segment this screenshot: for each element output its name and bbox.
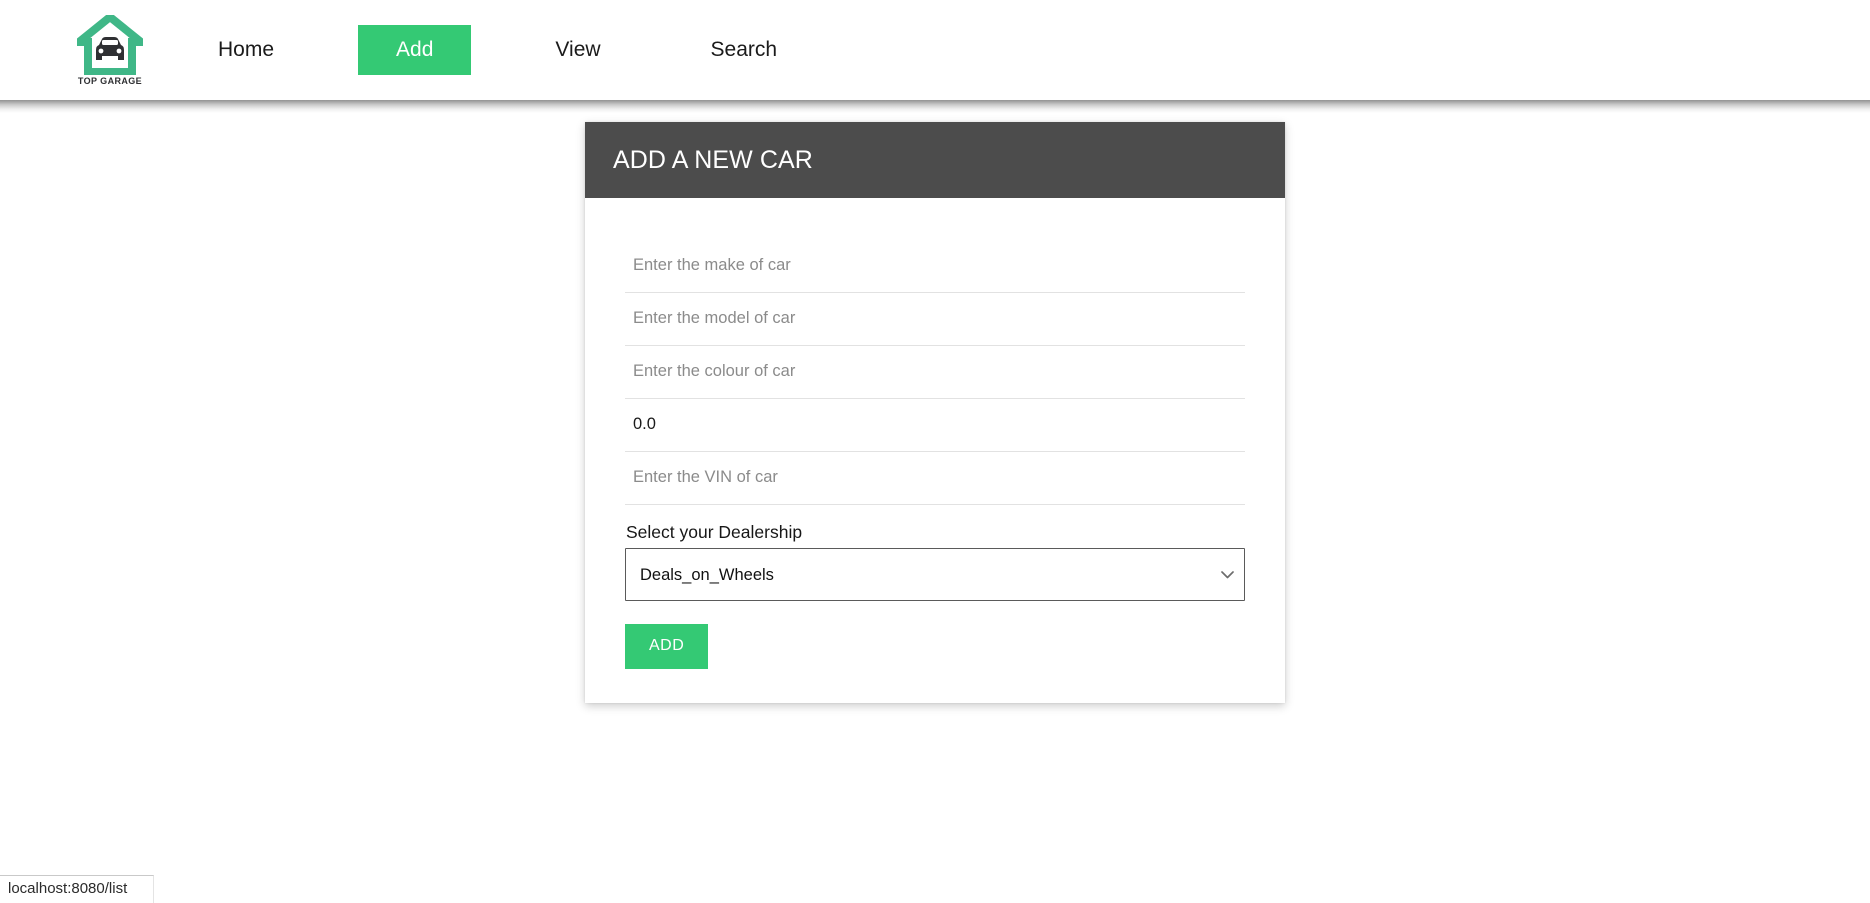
dealership-label: Select your Dealership [626,522,803,542]
nav-links: Home Add View Search [192,24,861,76]
card-header: ADD A NEW CAR [585,122,1285,198]
dealership-select[interactable]: Deals_on_Wheels [625,548,1245,601]
make-input[interactable] [625,240,1245,293]
nav-link-add[interactable]: Add [358,24,472,76]
nav-link-home[interactable]: Home [192,25,300,75]
navbar: TOP GARAGE Home Add View Search [0,0,1870,100]
colour-input[interactable] [625,346,1245,399]
field-model [625,293,1245,346]
nav-link-view[interactable]: View [529,25,626,75]
card-body: Select your Dealership Deals_on_Wheels A… [585,198,1285,703]
brand-name: TOP GARAGE [77,75,143,86]
page-title: ADD A NEW CAR [613,145,813,174]
status-bar-url: localhost:8080/list [0,875,154,903]
add-car-card: ADD A NEW CAR Select your Dealership [585,122,1285,703]
page-content: ADD A NEW CAR Select your Dealership [0,100,1870,903]
field-make [625,240,1245,293]
model-input[interactable] [625,293,1245,346]
field-vin [625,452,1245,505]
vin-input[interactable] [625,452,1245,505]
price-input[interactable] [625,399,1245,452]
field-price [625,399,1245,452]
field-colour [625,346,1245,399]
navbar-shadow [0,100,1870,113]
brand-logo[interactable]: TOP GARAGE [70,9,150,91]
garage-car-logo-icon [77,14,143,75]
add-button[interactable]: ADD [625,624,709,669]
nav-link-search[interactable]: Search [685,25,804,75]
dealership-select-wrap: Deals_on_Wheels [625,548,1245,601]
